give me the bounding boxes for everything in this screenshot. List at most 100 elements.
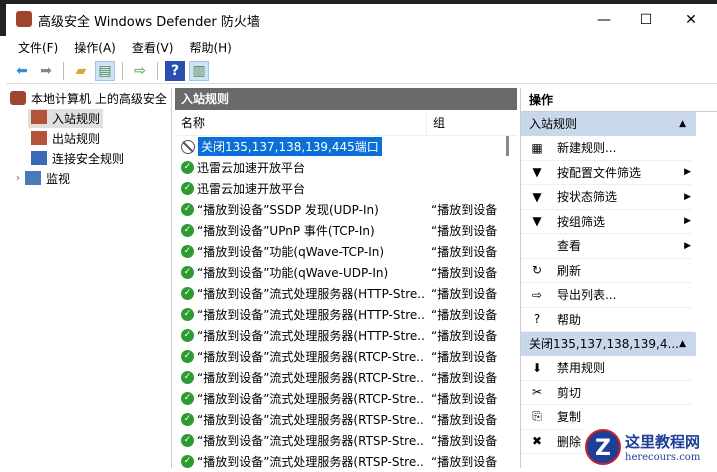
rule-group: “播放到设备 — [431, 371, 497, 385]
column-header-group[interactable]: 组 — [427, 114, 445, 131]
rule-name: “播放到设备”流式处理服务器(HTTP-Stre... — [197, 287, 425, 301]
enabled-check-icon: ✓ — [181, 182, 194, 195]
rule-group: “播放到设备 — [431, 350, 497, 364]
up-folder-icon[interactable]: ▰ — [71, 61, 91, 81]
action-item[interactable]: ? 帮助 — [521, 308, 691, 332]
tree-root-label: 本地计算机 上的高级安全 — [31, 91, 167, 106]
title-bar: 高级安全 Windows Defender 防火墙 — ☐ ✕ — [0, 0, 717, 36]
separator — [122, 61, 123, 80]
rule-name: “播放到设备”流式处理服务器(RTSP-Stre... — [197, 413, 425, 427]
action-icon: ▦ — [531, 140, 543, 155]
rule-row[interactable]: ✓ “播放到设备”功能(qWave-UDP-In) “播放到设备 — [175, 262, 517, 283]
tree-item-inbound-rules[interactable]: 入站规则 — [6, 108, 171, 128]
help-icon[interactable]: ? — [165, 60, 185, 81]
action-item[interactable]: ✂ 剪切 — [521, 381, 691, 405]
menu-help[interactable]: 帮助(H) — [187, 39, 233, 56]
rule-row[interactable]: ✓ “播放到设备”流式处理服务器(HTTP-Stre... “播放到设备 — [175, 283, 517, 304]
action-icon: ✂ — [531, 385, 543, 400]
action-item[interactable]: ▼ 按配置文件筛选 ▶ — [521, 161, 691, 185]
section-label: 关闭135,137,138,139,4... — [529, 337, 679, 351]
rule-row[interactable]: ✓ “播放到设备”SSDP 发现(UDP-In) “播放到设备 — [175, 199, 517, 220]
close-button[interactable]: ✕ — [676, 8, 706, 32]
action-label: 帮助 — [557, 312, 582, 327]
action-item[interactable]: ⬇ 禁用规则 — [521, 356, 691, 381]
blocked-icon — [181, 139, 195, 154]
rule-group: “播放到设备 — [431, 455, 497, 469]
action-item[interactable]: ▦ 新建规则... — [521, 136, 691, 161]
rule-group: “播放到设备 — [431, 413, 497, 427]
action-icon: ⇨ — [531, 287, 543, 302]
expand-chevron-icon[interactable]: › — [16, 173, 20, 184]
rule-row[interactable]: ✓ “播放到设备”流式处理服务器(RTCP-Stre... “播放到设备 — [175, 388, 517, 409]
rule-row[interactable]: ✓ 迅雷云加速开放平台 — [175, 178, 517, 199]
action-label: 新建规则... — [557, 141, 617, 156]
menu-view[interactable]: 查看(V) — [130, 39, 176, 56]
rule-row[interactable]: ✓ “播放到设备”流式处理服务器(RTCP-Stre... “播放到设备 — [175, 346, 517, 367]
show-action-pane-icon[interactable]: ▥ — [189, 60, 209, 81]
show-tree-icon[interactable]: ▤ — [95, 60, 115, 81]
forward-icon[interactable]: ➡ — [36, 61, 56, 81]
navigation-tree: 本地计算机 上的高级安全 入站规则 出站规则 连接安全规则 › 监视 — [6, 88, 172, 468]
action-item[interactable]: ⇨ 导出列表... — [521, 283, 691, 308]
tree-item-outbound-rules[interactable]: 出站规则 — [6, 128, 171, 148]
action-icon: ✖ — [531, 434, 543, 449]
enabled-check-icon: ✓ — [181, 224, 194, 237]
action-item[interactable]: ↻ 刷新 — [521, 259, 691, 283]
separator — [157, 61, 158, 80]
export-icon[interactable]: ⇨ — [130, 61, 150, 81]
rule-row[interactable]: ✓ “播放到设备”流式处理服务器(RTSP-Stre... “播放到设备 — [175, 430, 517, 451]
tree-item-label: 出站规则 — [52, 131, 101, 146]
action-label: 剪切 — [557, 385, 582, 400]
monitor-icon — [25, 171, 41, 185]
rule-group: “播放到设备 — [431, 329, 497, 343]
outbound-rules-icon — [31, 131, 47, 145]
rule-row[interactable]: ✓ “播放到设备”流式处理服务器(RTSP-Stre... “播放到设备 — [175, 409, 517, 430]
rule-group: “播放到设备 — [431, 434, 497, 448]
rule-row[interactable]: ✓ 迅雷云加速开放平台 — [175, 157, 517, 178]
enabled-check-icon: ✓ — [181, 308, 194, 321]
separator — [63, 61, 64, 80]
watermark-name: 这里教程网 — [625, 432, 701, 451]
actions-section-inbound[interactable]: 入站规则 ▲ — [521, 112, 696, 136]
rule-row[interactable]: ✓ “播放到设备”流式处理服务器(RTSP-Stre... “播放到设备 — [175, 451, 517, 472]
maximize-button[interactable]: ☐ — [631, 8, 661, 32]
rule-group: “播放到设备 — [431, 287, 497, 301]
rule-row[interactable]: ✓ “播放到设备”流式处理服务器(HTTP-Stre... “播放到设备 — [175, 325, 517, 346]
window-title: 高级安全 Windows Defender 防火墙 — [38, 15, 260, 30]
pane-title: 入站规则 — [175, 88, 517, 110]
minimize-button[interactable]: — — [589, 8, 619, 32]
watermark: Z 这里教程网 herecours.com — [585, 425, 717, 468]
tree-item-connection-security-rules[interactable]: 连接安全规则 — [6, 148, 171, 168]
rule-row[interactable]: 关闭135,137,138,139,445端口 — [175, 136, 517, 157]
tree-root[interactable]: 本地计算机 上的高级安全 — [6, 88, 171, 108]
column-headers: 名称 组 — [177, 109, 517, 136]
action-item[interactable]: 查看 ▶ — [521, 234, 691, 259]
rule-group: “播放到设备 — [431, 392, 497, 406]
collapse-icon[interactable]: ▲ — [679, 112, 686, 136]
rule-row[interactable]: ✓ “播放到设备”功能(qWave-TCP-In) “播放到设备 — [175, 241, 517, 262]
column-header-name[interactable]: 名称 — [177, 109, 427, 136]
action-label: 删除 — [557, 434, 582, 449]
rule-group: “播放到设备 — [431, 266, 497, 280]
rule-row[interactable]: ✓ “播放到设备”流式处理服务器(HTTP-Stre... “播放到设备 — [175, 304, 517, 325]
action-icon: ▼ — [532, 165, 542, 180]
collapse-icon[interactable]: ▲ — [679, 332, 686, 356]
scrollbar[interactable] — [506, 136, 509, 156]
actions-title: 操作 — [521, 88, 717, 112]
rule-group: “播放到设备 — [431, 245, 497, 259]
watermark-url: herecours.com — [625, 451, 701, 463]
action-item[interactable]: ▼ 按组筛选 ▶ — [521, 210, 691, 234]
enabled-check-icon: ✓ — [181, 392, 194, 405]
rule-row[interactable]: ✓ “播放到设备”流式处理服务器(RTCP-Stre... “播放到设备 — [175, 367, 517, 388]
menu-action[interactable]: 操作(A) — [72, 39, 118, 56]
rule-name: “播放到设备”流式处理服务器(HTTP-Stre... — [197, 329, 425, 343]
action-item[interactable]: ▼ 按状态筛选 ▶ — [521, 185, 691, 210]
tree-item-monitoring[interactable]: › 监视 — [6, 168, 171, 188]
actions-section-rule[interactable]: 关闭135,137,138,139,4... ▲ — [521, 332, 696, 356]
menu-file[interactable]: 文件(F) — [16, 39, 60, 56]
rule-row[interactable]: ✓ “播放到设备”UPnP 事件(TCP-In) “播放到设备 — [175, 220, 517, 241]
back-icon[interactable]: ⬅ — [12, 61, 32, 81]
firewall-icon — [10, 91, 26, 105]
inbound-rules-icon — [31, 109, 47, 124]
tree-item-label: 入站规则 — [52, 111, 101, 126]
